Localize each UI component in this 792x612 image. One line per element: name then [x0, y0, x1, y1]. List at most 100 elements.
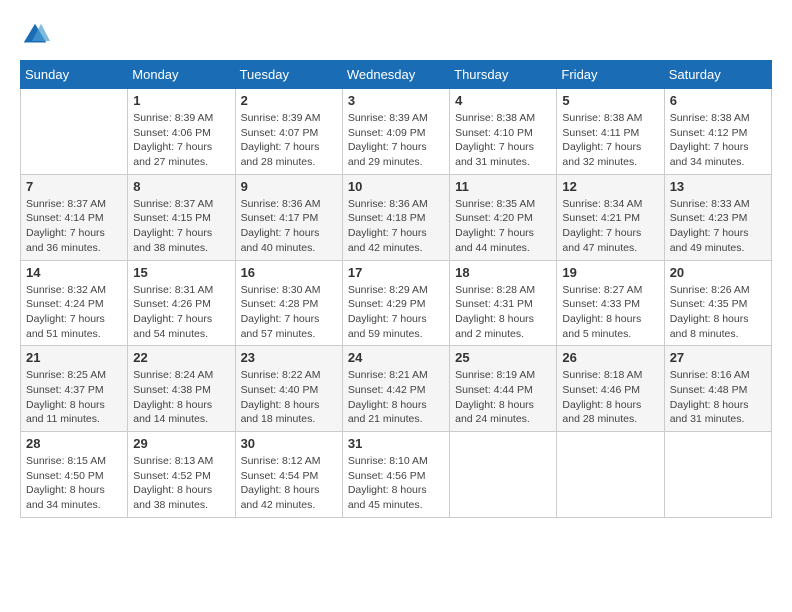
day-info: Sunrise: 8:32 AM Sunset: 4:24 PM Dayligh…: [26, 283, 122, 342]
calendar-cell: [557, 432, 664, 518]
calendar-cell: 9 Sunrise: 8:36 AM Sunset: 4:17 PM Daylig…: [235, 174, 342, 260]
calendar-cell: 14 Sunrise: 8:32 AM Sunset: 4:24 PM Dayli…: [21, 260, 128, 346]
day-info: Sunrise: 8:13 AM Sunset: 4:52 PM Dayligh…: [133, 454, 229, 513]
day-number: 19: [562, 265, 658, 280]
calendar-cell: 15 Sunrise: 8:31 AM Sunset: 4:26 PM Dayli…: [128, 260, 235, 346]
calendar-cell: 4Sunrise: 8:38 AM Sunset: 4:10 PM Daylig…: [450, 89, 557, 175]
calendar-cell: 27 Sunrise: 8:16 AM Sunset: 4:48 PM Dayli…: [664, 346, 771, 432]
calendar-cell: 16 Sunrise: 8:30 AM Sunset: 4:28 PM Dayli…: [235, 260, 342, 346]
day-info: Sunrise: 8:21 AM Sunset: 4:42 PM Dayligh…: [348, 368, 444, 427]
day-info: Sunrise: 8:19 AM Sunset: 4:44 PM Dayligh…: [455, 368, 551, 427]
day-number: 31: [348, 436, 444, 451]
calendar-cell: 1 Sunrise: 8:39 AM Sunset: 4:06 PM Daylig…: [128, 89, 235, 175]
day-number: 16: [241, 265, 337, 280]
day-number: 1: [133, 93, 229, 108]
day-info: Sunrise: 8:12 AM Sunset: 4:54 PM Dayligh…: [241, 454, 337, 513]
calendar-week-row: 1 Sunrise: 8:39 AM Sunset: 4:06 PM Daylig…: [21, 89, 772, 175]
day-info: Sunrise: 8:38 AM Sunset: 4:12 PM Dayligh…: [670, 111, 766, 170]
page-header: [20, 20, 772, 50]
calendar-cell: 21 Sunrise: 8:25 AM Sunset: 4:37 PM Dayli…: [21, 346, 128, 432]
day-info: Sunrise: 8:25 AM Sunset: 4:37 PM Dayligh…: [26, 368, 122, 427]
calendar-cell: 18 Sunrise: 8:28 AM Sunset: 4:31 PM Dayli…: [450, 260, 557, 346]
calendar-cell: 8 Sunrise: 8:37 AM Sunset: 4:15 PM Daylig…: [128, 174, 235, 260]
calendar-header-row: SundayMondayTuesdayWednesdayThursdayFrid…: [21, 61, 772, 89]
day-number: 24: [348, 350, 444, 365]
day-number: 27: [670, 350, 766, 365]
calendar-cell: 24 Sunrise: 8:21 AM Sunset: 4:42 PM Dayli…: [342, 346, 449, 432]
day-number: 29: [133, 436, 229, 451]
day-info: Sunrise: 8:34 AM Sunset: 4:21 PM Dayligh…: [562, 197, 658, 256]
header-thursday: Thursday: [450, 61, 557, 89]
calendar-cell: 28 Sunrise: 8:15 AM Sunset: 4:50 PM Dayli…: [21, 432, 128, 518]
calendar-cell: 31Sunrise: 8:10 AM Sunset: 4:56 PM Dayli…: [342, 432, 449, 518]
day-info: Sunrise: 8:39 AM Sunset: 4:06 PM Dayligh…: [133, 111, 229, 170]
calendar-cell: 13 Sunrise: 8:33 AM Sunset: 4:23 PM Dayli…: [664, 174, 771, 260]
calendar-cell: [664, 432, 771, 518]
calendar-cell: 26 Sunrise: 8:18 AM Sunset: 4:46 PM Dayli…: [557, 346, 664, 432]
day-number: 9: [241, 179, 337, 194]
day-number: 26: [562, 350, 658, 365]
calendar-table: SundayMondayTuesdayWednesdayThursdayFrid…: [20, 60, 772, 518]
day-info: Sunrise: 8:39 AM Sunset: 4:07 PM Dayligh…: [241, 111, 337, 170]
header-friday: Friday: [557, 61, 664, 89]
day-info: Sunrise: 8:18 AM Sunset: 4:46 PM Dayligh…: [562, 368, 658, 427]
calendar-cell: 20 Sunrise: 8:26 AM Sunset: 4:35 PM Dayli…: [664, 260, 771, 346]
day-number: 6: [670, 93, 766, 108]
day-number: 23: [241, 350, 337, 365]
day-info: Sunrise: 8:37 AM Sunset: 4:14 PM Dayligh…: [26, 197, 122, 256]
day-number: 17: [348, 265, 444, 280]
calendar-cell: 17Sunrise: 8:29 AM Sunset: 4:29 PM Dayli…: [342, 260, 449, 346]
calendar-cell: 12Sunrise: 8:34 AM Sunset: 4:21 PM Dayli…: [557, 174, 664, 260]
day-info: Sunrise: 8:24 AM Sunset: 4:38 PM Dayligh…: [133, 368, 229, 427]
header-wednesday: Wednesday: [342, 61, 449, 89]
calendar-week-row: 28 Sunrise: 8:15 AM Sunset: 4:50 PM Dayli…: [21, 432, 772, 518]
calendar-cell: 23Sunrise: 8:22 AM Sunset: 4:40 PM Dayli…: [235, 346, 342, 432]
day-number: 28: [26, 436, 122, 451]
calendar-cell: 5Sunrise: 8:38 AM Sunset: 4:11 PM Daylig…: [557, 89, 664, 175]
day-number: 7: [26, 179, 122, 194]
header-saturday: Saturday: [664, 61, 771, 89]
day-number: 22: [133, 350, 229, 365]
day-info: Sunrise: 8:36 AM Sunset: 4:17 PM Dayligh…: [241, 197, 337, 256]
day-number: 15: [133, 265, 229, 280]
day-number: 10: [348, 179, 444, 194]
logo-icon: [20, 20, 50, 50]
header-tuesday: Tuesday: [235, 61, 342, 89]
day-info: Sunrise: 8:33 AM Sunset: 4:23 PM Dayligh…: [670, 197, 766, 256]
calendar-cell: 3 Sunrise: 8:39 AM Sunset: 4:09 PM Daylig…: [342, 89, 449, 175]
day-number: 21: [26, 350, 122, 365]
calendar-cell: 6 Sunrise: 8:38 AM Sunset: 4:12 PM Daylig…: [664, 89, 771, 175]
day-number: 14: [26, 265, 122, 280]
day-number: 11: [455, 179, 551, 194]
day-number: 8: [133, 179, 229, 194]
day-number: 25: [455, 350, 551, 365]
day-info: Sunrise: 8:38 AM Sunset: 4:10 PM Dayligh…: [455, 111, 551, 170]
day-number: 5: [562, 93, 658, 108]
day-info: Sunrise: 8:15 AM Sunset: 4:50 PM Dayligh…: [26, 454, 122, 513]
day-number: 13: [670, 179, 766, 194]
day-info: Sunrise: 8:36 AM Sunset: 4:18 PM Dayligh…: [348, 197, 444, 256]
calendar-cell: 11 Sunrise: 8:35 AM Sunset: 4:20 PM Dayli…: [450, 174, 557, 260]
day-info: Sunrise: 8:28 AM Sunset: 4:31 PM Dayligh…: [455, 283, 551, 342]
calendar-cell: 22 Sunrise: 8:24 AM Sunset: 4:38 PM Dayli…: [128, 346, 235, 432]
day-number: 2: [241, 93, 337, 108]
calendar-cell: 10 Sunrise: 8:36 AM Sunset: 4:18 PM Dayli…: [342, 174, 449, 260]
day-info: Sunrise: 8:27 AM Sunset: 4:33 PM Dayligh…: [562, 283, 658, 342]
day-info: Sunrise: 8:37 AM Sunset: 4:15 PM Dayligh…: [133, 197, 229, 256]
day-number: 18: [455, 265, 551, 280]
calendar-cell: [450, 432, 557, 518]
day-info: Sunrise: 8:30 AM Sunset: 4:28 PM Dayligh…: [241, 283, 337, 342]
calendar-cell: 19 Sunrise: 8:27 AM Sunset: 4:33 PM Dayli…: [557, 260, 664, 346]
day-info: Sunrise: 8:31 AM Sunset: 4:26 PM Dayligh…: [133, 283, 229, 342]
calendar-cell: 2 Sunrise: 8:39 AM Sunset: 4:07 PM Daylig…: [235, 89, 342, 175]
day-info: Sunrise: 8:35 AM Sunset: 4:20 PM Dayligh…: [455, 197, 551, 256]
day-info: Sunrise: 8:39 AM Sunset: 4:09 PM Dayligh…: [348, 111, 444, 170]
day-number: 20: [670, 265, 766, 280]
calendar-cell: [21, 89, 128, 175]
day-info: Sunrise: 8:26 AM Sunset: 4:35 PM Dayligh…: [670, 283, 766, 342]
day-number: 3: [348, 93, 444, 108]
calendar-cell: 29 Sunrise: 8:13 AM Sunset: 4:52 PM Dayli…: [128, 432, 235, 518]
calendar-cell: 25 Sunrise: 8:19 AM Sunset: 4:44 PM Dayli…: [450, 346, 557, 432]
header-monday: Monday: [128, 61, 235, 89]
day-info: Sunrise: 8:16 AM Sunset: 4:48 PM Dayligh…: [670, 368, 766, 427]
